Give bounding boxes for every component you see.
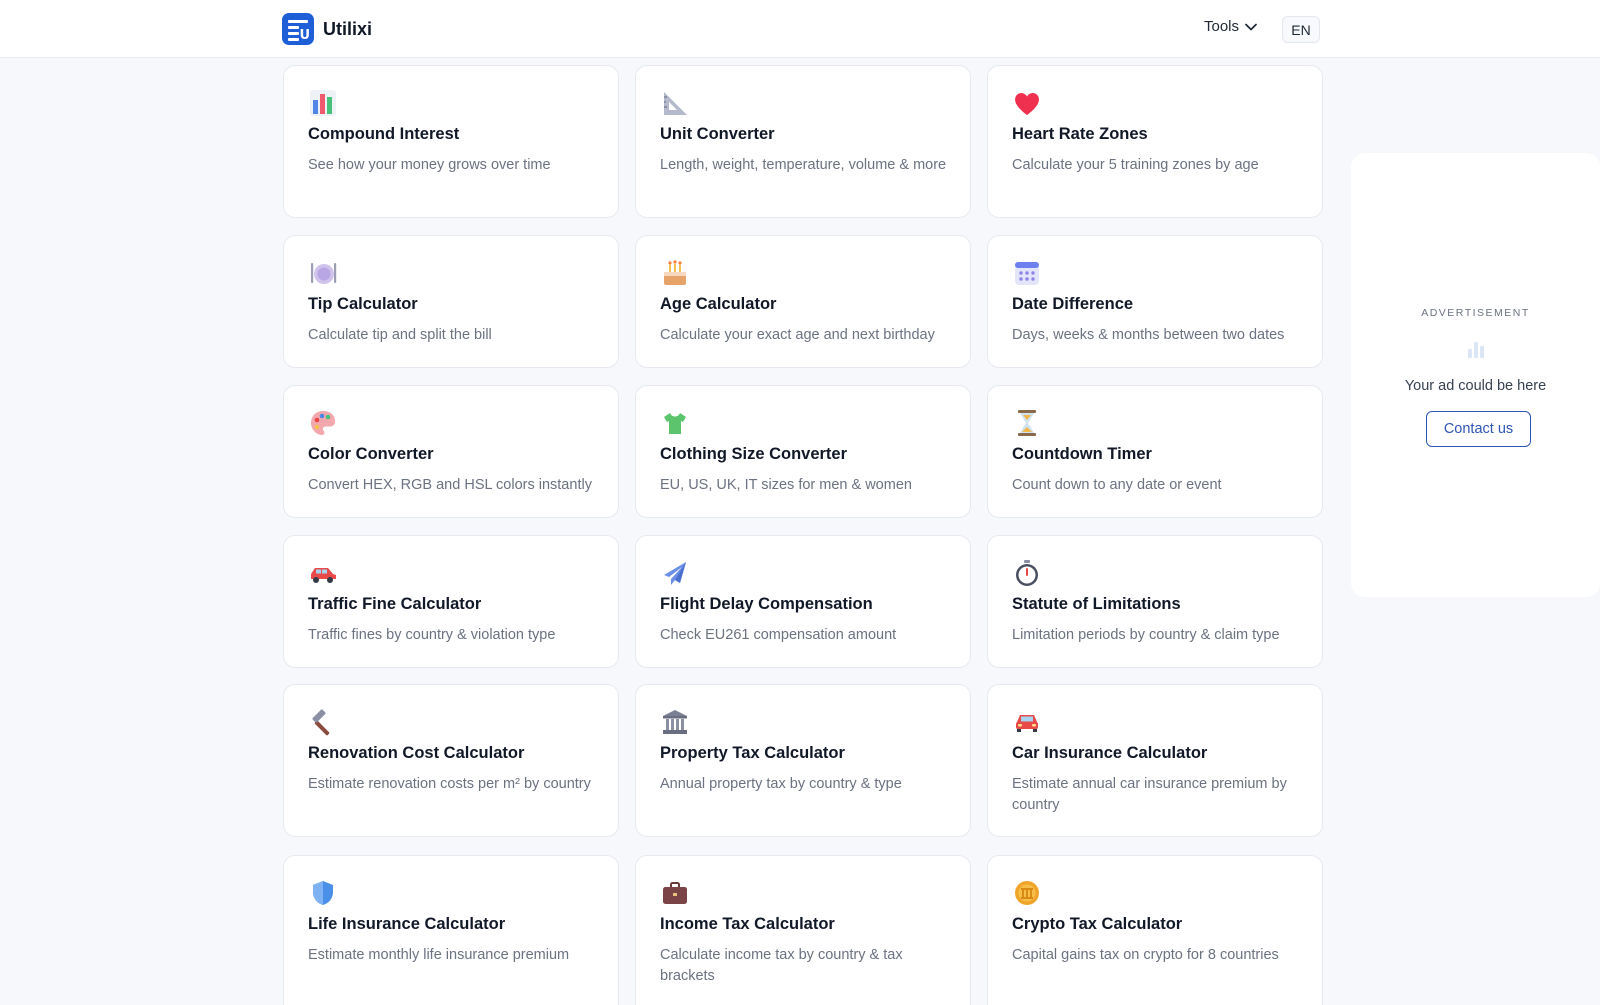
tool-card-title: Unit Converter bbox=[660, 125, 775, 143]
tool-card-title: Life Insurance Calculator bbox=[308, 915, 506, 933]
tool-card-title: Age Calculator bbox=[660, 295, 777, 313]
tool-card[interactable]: Statute of Limitations Limitation periods… bbox=[987, 535, 1323, 668]
tool-card-description: See how your money grows over time bbox=[308, 157, 551, 173]
tool-card-description: Calculate your exact age and next birthd… bbox=[660, 327, 935, 343]
tool-card[interactable]: Car Insurance Calculator Estimate annual … bbox=[987, 684, 1323, 837]
bar-chart-icon bbox=[1468, 342, 1484, 358]
tool-card[interactable]: Color Converter Convert HEX, RGB and HSL … bbox=[283, 385, 619, 518]
tool-card[interactable]: Tip Calculator Calculate tip and split th… bbox=[283, 235, 619, 368]
chevron-down-icon bbox=[1245, 23, 1257, 30]
tool-card-title: Income Tax Calculator bbox=[660, 915, 835, 933]
tool-card-title: Statute of Limitations bbox=[1012, 595, 1181, 613]
tool-card[interactable]: Date Difference Days, weeks & months betw… bbox=[987, 235, 1323, 368]
tool-card-description: Estimate renovation costs per m² by coun… bbox=[308, 776, 591, 792]
tool-card-title: Heart Rate Zones bbox=[1012, 125, 1148, 143]
language-selector[interactable]: EN bbox=[1282, 16, 1320, 43]
tool-card-description: Check EU261 compensation amount bbox=[660, 627, 897, 643]
tool-card-description: Convert HEX, RGB and HSL colors instantl… bbox=[308, 477, 592, 493]
tool-card[interactable]: Heart Rate Zones Calculate your 5 trainin… bbox=[987, 65, 1323, 218]
tool-card-title: Traffic Fine Calculator bbox=[308, 595, 482, 613]
tool-card-title: Car Insurance Calculator bbox=[1012, 744, 1208, 762]
tool-card-title: Clothing Size Converter bbox=[660, 445, 848, 463]
brand-logo-link[interactable]: U Utilixi bbox=[282, 13, 372, 45]
tool-card-description: Capital gains tax on crypto for 8 countr… bbox=[1012, 947, 1279, 963]
tool-card-description: Estimate annual car insurance premium by… bbox=[1012, 776, 1287, 813]
stopwatch-icon bbox=[1012, 558, 1042, 588]
shield-icon bbox=[308, 878, 338, 908]
palette-icon bbox=[308, 408, 338, 438]
tool-card-description: Count down to any date or event bbox=[1012, 477, 1222, 493]
tool-card-description: Limitation periods by country & claim ty… bbox=[1012, 627, 1280, 643]
birthday-cake-icon bbox=[660, 258, 690, 288]
tool-card-title: Property Tax Calculator bbox=[660, 744, 845, 762]
car-front-icon bbox=[1012, 707, 1042, 737]
tool-card[interactable]: Compound Interest See how your money grow… bbox=[283, 65, 619, 218]
tool-card-title: Countdown Timer bbox=[1012, 445, 1152, 463]
tool-card-description: Days, weeks & months between two dates bbox=[1012, 327, 1285, 343]
top-navbar: U Utilixi Tools EN bbox=[0, 0, 1600, 58]
tool-card-title: Compound Interest bbox=[308, 125, 460, 143]
tool-card-description: Calculate income tax by country & tax br… bbox=[660, 947, 903, 984]
bar-chart-icon bbox=[308, 88, 338, 118]
tool-card[interactable]: Crypto Tax Calculator Capital gains tax o… bbox=[987, 855, 1323, 1005]
ad-panel: ADVERTISEMENT Your ad could be here Cont… bbox=[1351, 153, 1600, 597]
briefcase-icon bbox=[660, 878, 690, 908]
calendar-icon bbox=[1012, 258, 1042, 288]
car-icon bbox=[308, 558, 338, 588]
tool-card[interactable]: Renovation Cost Calculator Estimate renov… bbox=[283, 684, 619, 837]
tool-card-title: Crypto Tax Calculator bbox=[1012, 915, 1183, 933]
tool-card[interactable]: Flight Delay Compensation Check EU261 com… bbox=[635, 535, 971, 668]
tool-card[interactable]: Clothing Size Converter EU, US, UK, IT si… bbox=[635, 385, 971, 518]
triangular-ruler-icon bbox=[660, 88, 690, 118]
airplane-icon bbox=[660, 558, 690, 588]
hourglass-icon bbox=[1012, 408, 1042, 438]
tool-card-title: Date Difference bbox=[1012, 295, 1134, 313]
tool-card-description: Length, weight, temperature, volume & mo… bbox=[660, 157, 947, 173]
tool-card-description: Estimate monthly life insurance premium bbox=[308, 947, 570, 963]
tool-card[interactable]: Income Tax Calculator Calculate income ta… bbox=[635, 855, 971, 1005]
tools-menu-button[interactable]: Tools bbox=[1204, 18, 1257, 35]
tool-card[interactable]: Traffic Fine Calculator Traffic fines by … bbox=[283, 535, 619, 668]
heart-icon bbox=[1012, 88, 1042, 118]
tool-card-description: Calculate your 5 training zones by age bbox=[1012, 157, 1259, 173]
tool-card[interactable]: Property Tax Calculator Annual property t… bbox=[635, 684, 971, 837]
tool-card[interactable]: Life Insurance Calculator Estimate monthl… bbox=[283, 855, 619, 1005]
tool-card[interactable]: Countdown Timer Count down to any date or… bbox=[987, 385, 1323, 518]
tool-card-description: Annual property tax by country & type bbox=[660, 776, 902, 792]
coin-icon bbox=[1012, 878, 1042, 908]
contact-us-button[interactable]: Contact us bbox=[1426, 411, 1531, 447]
plate-cutlery-icon bbox=[308, 258, 338, 288]
tool-card-title: Tip Calculator bbox=[308, 295, 418, 313]
tool-card-description: Calculate tip and split the bill bbox=[308, 327, 492, 343]
ad-label: ADVERTISEMENT bbox=[1421, 307, 1530, 319]
tool-card-title: Renovation Cost Calculator bbox=[308, 744, 525, 762]
brand-name: Utilixi bbox=[323, 18, 373, 39]
tshirt-icon bbox=[660, 408, 690, 438]
tool-card-description: EU, US, UK, IT sizes for men & women bbox=[660, 477, 912, 493]
tool-card-description: Traffic fines by country & violation typ… bbox=[308, 627, 556, 643]
tool-card[interactable]: Unit Converter Length, weight, temperatur… bbox=[635, 65, 971, 218]
utilixi-logo-icon: U bbox=[282, 13, 314, 45]
tools-menu-label: Tools bbox=[1204, 18, 1240, 35]
bank-building-icon bbox=[660, 707, 690, 737]
tool-card-title: Color Converter bbox=[308, 445, 434, 463]
tool-card[interactable]: Age Calculator Calculate your exact age a… bbox=[635, 235, 971, 368]
hammer-icon bbox=[308, 707, 338, 737]
tool-card-title: Flight Delay Compensation bbox=[660, 595, 873, 613]
ad-text: Your ad could be here bbox=[1404, 378, 1547, 394]
